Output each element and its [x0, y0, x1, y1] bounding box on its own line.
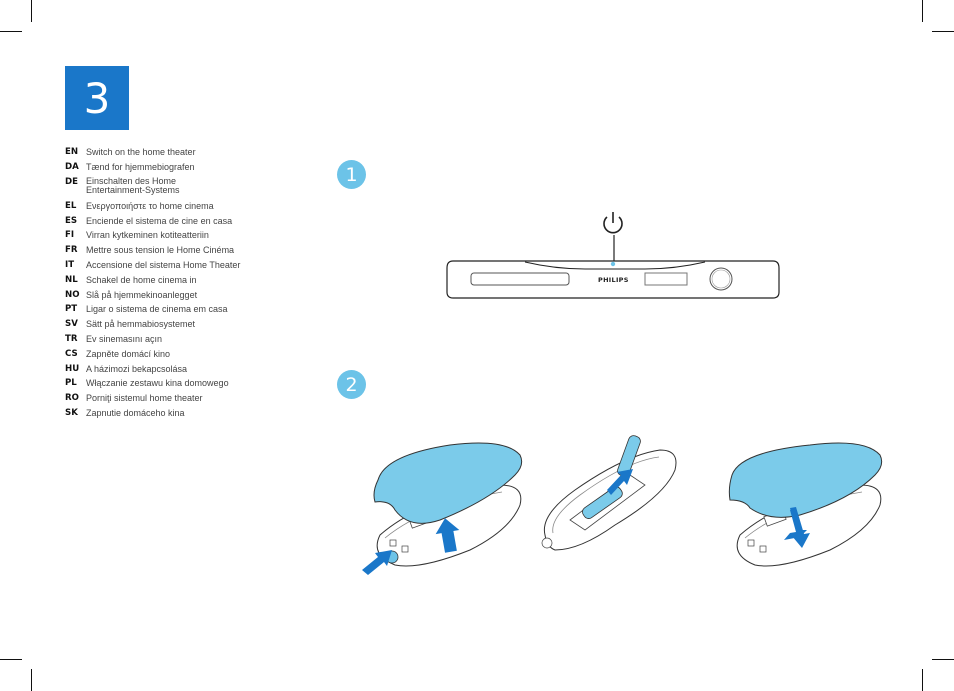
language-instruction: Zapněte domácí kino — [86, 348, 171, 359]
crop-mark — [922, 669, 923, 691]
language-code: ES — [65, 215, 78, 226]
language-row-pl: PL Włączanie zestawu kina domowego — [65, 376, 265, 391]
language-instruction: Włączanie zestawu kina domowego — [86, 378, 229, 389]
language-code: EN — [65, 147, 79, 157]
language-code: SK — [65, 407, 78, 418]
crop-mark — [932, 31, 954, 32]
language-code: IT — [65, 259, 75, 270]
push-arrow — [362, 550, 392, 575]
language-instruction: Switch on the home theater — [86, 147, 196, 157]
language-row-en: EN Switch on the home theater — [65, 145, 265, 160]
language-row-cs: CS Zapněte domácí kino — [65, 347, 265, 362]
language-row-nl: NL Schakel de home cinema in — [65, 273, 265, 288]
language-row-sk: SK Zapnutie domáceho kina — [65, 406, 265, 421]
remote-open-cover-illustration — [362, 442, 523, 575]
language-instruction: Enciende el sistema de cine en casa — [86, 215, 233, 226]
language-instruction: Porniţi sistemul home theater — [86, 393, 203, 404]
language-row-it: IT Accensione del sistema Home Theater — [65, 258, 265, 273]
crop-mark — [922, 0, 923, 22]
language-instruction: Accensione del sistema Home Theater — [86, 259, 241, 270]
language-instruction: Ligar o sistema de cinema em casa — [86, 304, 228, 315]
step-bullet-1: 1 — [337, 160, 366, 189]
crop-mark — [0, 659, 22, 660]
language-code: FI — [65, 230, 75, 241]
language-list: EN Switch on the home theater DA Tænd for h… — [65, 145, 265, 421]
language-code: TR — [65, 333, 78, 344]
remote-close-cover-illustration — [728, 442, 883, 567]
language-row-sv: SV Sätt på hemmabiosystemet — [65, 317, 265, 332]
language-instruction: Schakel de home cinema in — [86, 274, 197, 285]
crop-mark — [31, 669, 32, 691]
step-number-badge: 3 — [65, 66, 129, 130]
language-row-el: EL Ενεργοποιήστε το home cinema — [65, 199, 265, 214]
language-instruction: Ενεργοποιήστε το home cinema — [86, 200, 214, 211]
language-row-fr: FR Mettre sous tension le Home Cinéma — [65, 243, 265, 258]
language-code: PL — [65, 378, 77, 389]
remote-batteries-illustration — [541, 435, 677, 551]
language-code: DE — [65, 176, 79, 187]
language-instruction: Mettre sous tension le Home Cinéma — [86, 245, 235, 256]
crop-mark — [0, 31, 22, 32]
language-row-de: DE Einschalten des Home Entertainment-Sys… — [65, 175, 265, 199]
language-row-da: DA Tænd for hjemmebiografen — [65, 160, 265, 175]
language-instruction: A házimozi bekapcsolása — [86, 363, 188, 374]
power-led — [610, 261, 616, 267]
language-code: PT — [65, 304, 78, 315]
language-instruction: Einschalten des Home Entertainment-Syste… — [86, 175, 180, 196]
language-instruction: Slå på hjemmekinoanlegget — [86, 289, 198, 300]
language-instruction: Sätt på hemmabiosystemet — [86, 319, 196, 330]
language-code: CS — [65, 348, 78, 359]
language-row-fi: FI Virran kytkeminen kotiteatteriin — [65, 228, 265, 243]
language-instruction: Tænd for hjemmebiografen — [86, 161, 195, 172]
language-code: DA — [65, 161, 79, 172]
language-code: EL — [65, 200, 77, 211]
language-instruction: Virran kytkeminen kotiteatteriin — [86, 230, 209, 241]
step-bullet-2: 2 — [337, 370, 366, 399]
language-row-es: ES Enciende el sistema de cine en casa — [65, 214, 265, 229]
language-row-tr: TR Ev sinemasını açın — [65, 332, 265, 347]
brand-label: PHILIPS — [598, 276, 629, 284]
language-code: RO — [65, 393, 79, 404]
language-code: HU — [65, 363, 80, 374]
language-instruction: Zapnutie domáceho kina — [86, 407, 185, 418]
language-row-ro: RO Porniţi sistemul home theater — [65, 391, 265, 406]
language-code: SV — [65, 319, 78, 330]
language-row-hu: HU A házimozi bekapcsolása — [65, 362, 265, 377]
power-icon — [603, 212, 623, 234]
language-instruction: Ev sinemasını açın — [86, 333, 163, 344]
language-row-no: NO Slå på hjemmekinoanlegget — [65, 288, 265, 303]
crop-mark — [31, 0, 32, 22]
language-row-pt: PT Ligar o sistema de cinema em casa — [65, 302, 265, 317]
display-window — [644, 272, 688, 286]
crop-mark — [932, 659, 954, 660]
language-code: FR — [65, 245, 78, 256]
volume-knob — [709, 267, 733, 291]
disc-tray — [470, 272, 570, 286]
language-code: NL — [65, 274, 78, 285]
language-code: NO — [65, 289, 80, 300]
